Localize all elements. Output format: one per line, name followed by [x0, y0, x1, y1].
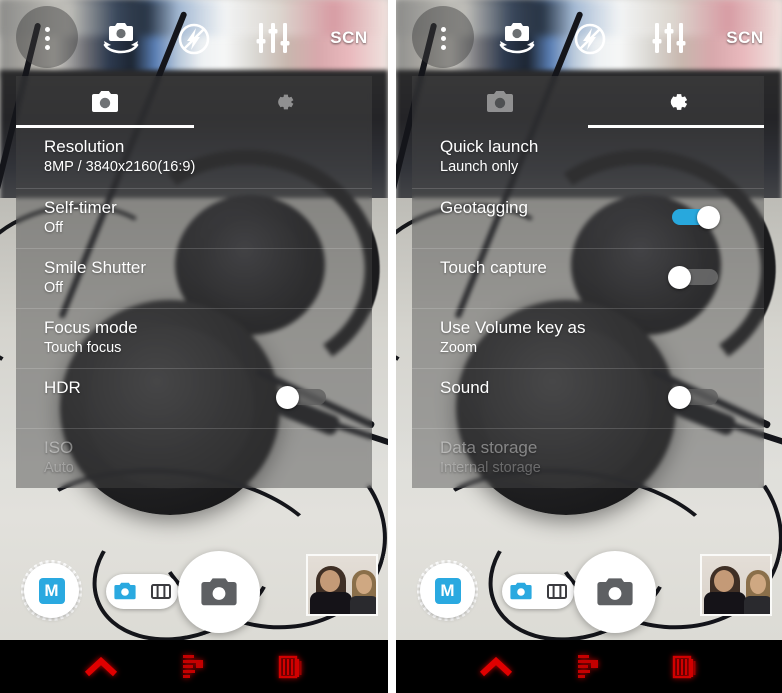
- switch-camera-icon[interactable]: [491, 20, 543, 56]
- gallery-thumbnail[interactable]: [306, 554, 378, 616]
- photo-mode-icon[interactable]: [113, 582, 137, 601]
- capture-mode-switch[interactable]: [106, 574, 178, 609]
- setting-row[interactable]: Smile Shutter Off: [16, 248, 372, 308]
- touch-capture-toggle[interactable]: [668, 266, 720, 289]
- nav-recents-button[interactable]: [651, 640, 720, 693]
- settings-tabs-right: [412, 76, 764, 128]
- manual-mode-label: M: [38, 577, 65, 604]
- hdr-toggle[interactable]: [276, 386, 328, 409]
- setting-label: ISO: [44, 438, 74, 457]
- nav-back-button[interactable]: [462, 640, 531, 693]
- setting-row[interactable]: Use Volume key as Zoom: [412, 308, 764, 368]
- flash-off-icon[interactable]: [176, 22, 212, 56]
- flash-off-icon[interactable]: [572, 22, 608, 56]
- screenshot-root: SCN Resolution 8MP / 3840x2160(16:9) Sel…: [0, 0, 782, 693]
- camera-controls-right: M: [396, 540, 782, 640]
- capture-mode-switch[interactable]: [502, 574, 574, 609]
- camera-toolbar-right: SCN: [396, 0, 782, 74]
- manual-mode-button[interactable]: M: [417, 560, 478, 621]
- gear-icon: [661, 87, 691, 117]
- android-navbar-right: [396, 640, 782, 693]
- nav-recents-button[interactable]: [256, 640, 326, 693]
- setting-label: Focus mode: [44, 318, 138, 337]
- gallery-thumbnail[interactable]: [700, 554, 772, 616]
- manual-mode-label: M: [434, 577, 461, 604]
- sound-toggle[interactable]: [668, 386, 720, 409]
- camera-icon: [89, 90, 121, 115]
- setting-label: Smile Shutter: [44, 258, 147, 277]
- camera-icon: [484, 90, 516, 115]
- setting-value: Off: [44, 220, 64, 236]
- setting-row[interactable]: Sound: [412, 368, 764, 428]
- tab-camera-settings[interactable]: [412, 76, 588, 128]
- photo-mode-icon[interactable]: [509, 582, 533, 601]
- setting-label: Use Volume key as: [440, 318, 586, 337]
- switch-camera-icon[interactable]: [95, 20, 147, 56]
- setting-row[interactable]: Touch capture: [412, 248, 764, 308]
- shutter-button[interactable]: [574, 551, 656, 633]
- setting-value: 8MP / 3840x2160(16:9): [44, 159, 196, 175]
- settings-list-left[interactable]: Resolution 8MP / 3840x2160(16:9) Self-ti…: [16, 128, 372, 488]
- tune-icon[interactable]: [252, 20, 294, 56]
- settings-list-right[interactable]: Quick launch Launch only Geotagging Touc…: [412, 128, 764, 488]
- nav-back-button[interactable]: [66, 640, 136, 693]
- scene-mode-label[interactable]: SCN: [320, 24, 378, 52]
- setting-label: Resolution: [44, 137, 125, 156]
- setting-row[interactable]: Geotagging: [412, 188, 764, 248]
- gear-icon: [269, 88, 297, 116]
- setting-row[interactable]: ISO Auto: [16, 428, 372, 488]
- setting-row[interactable]: HDR: [16, 368, 372, 428]
- overflow-menu-icon[interactable]: [32, 22, 62, 54]
- setting-label: Data storage: [440, 438, 538, 457]
- setting-row[interactable]: Quick launch Launch only: [412, 128, 764, 188]
- setting-label: Quick launch: [440, 137, 539, 156]
- setting-row[interactable]: Data storage Internal storage: [412, 428, 764, 488]
- shutter-button[interactable]: [178, 551, 260, 633]
- camera-controls-left: M: [0, 540, 388, 640]
- android-navbar-left: [0, 640, 388, 693]
- camera-screen-left: SCN Resolution 8MP / 3840x2160(16:9) Sel…: [0, 0, 388, 693]
- tab-general-settings[interactable]: [194, 76, 372, 128]
- overflow-menu-icon[interactable]: [428, 22, 458, 54]
- manual-mode-button[interactable]: M: [21, 560, 82, 621]
- setting-row[interactable]: Focus mode Touch focus: [16, 308, 372, 368]
- scene-mode-label[interactable]: SCN: [716, 24, 774, 52]
- video-mode-icon[interactable]: [151, 583, 171, 600]
- tab-general-settings[interactable]: [588, 76, 764, 128]
- setting-value: Launch only: [440, 159, 519, 175]
- tab-camera-settings[interactable]: [16, 76, 194, 128]
- setting-label: Self-timer: [44, 198, 117, 217]
- nav-home-button[interactable]: [159, 640, 229, 693]
- geotagging-toggle[interactable]: [668, 206, 720, 229]
- nav-home-button[interactable]: [554, 640, 623, 693]
- setting-value: Touch focus: [44, 340, 122, 356]
- video-mode-icon[interactable]: [547, 583, 567, 600]
- setting-value: Auto: [44, 460, 74, 476]
- setting-value: Off: [44, 280, 64, 296]
- setting-row[interactable]: Self-timer Off: [16, 188, 372, 248]
- settings-sheet-left: Resolution 8MP / 3840x2160(16:9) Self-ti…: [16, 76, 372, 488]
- settings-sheet-right: Quick launch Launch only Geotagging Touc…: [412, 76, 764, 488]
- camera-screen-right: SCN Quick launch Launch only Geotagging …: [396, 0, 782, 693]
- setting-value: Zoom: [440, 340, 478, 356]
- setting-row[interactable]: Resolution 8MP / 3840x2160(16:9): [16, 128, 372, 188]
- setting-value: Internal storage: [440, 460, 541, 476]
- settings-tabs-left: [16, 76, 372, 128]
- tune-icon[interactable]: [648, 20, 690, 56]
- camera-toolbar-left: SCN: [0, 0, 388, 74]
